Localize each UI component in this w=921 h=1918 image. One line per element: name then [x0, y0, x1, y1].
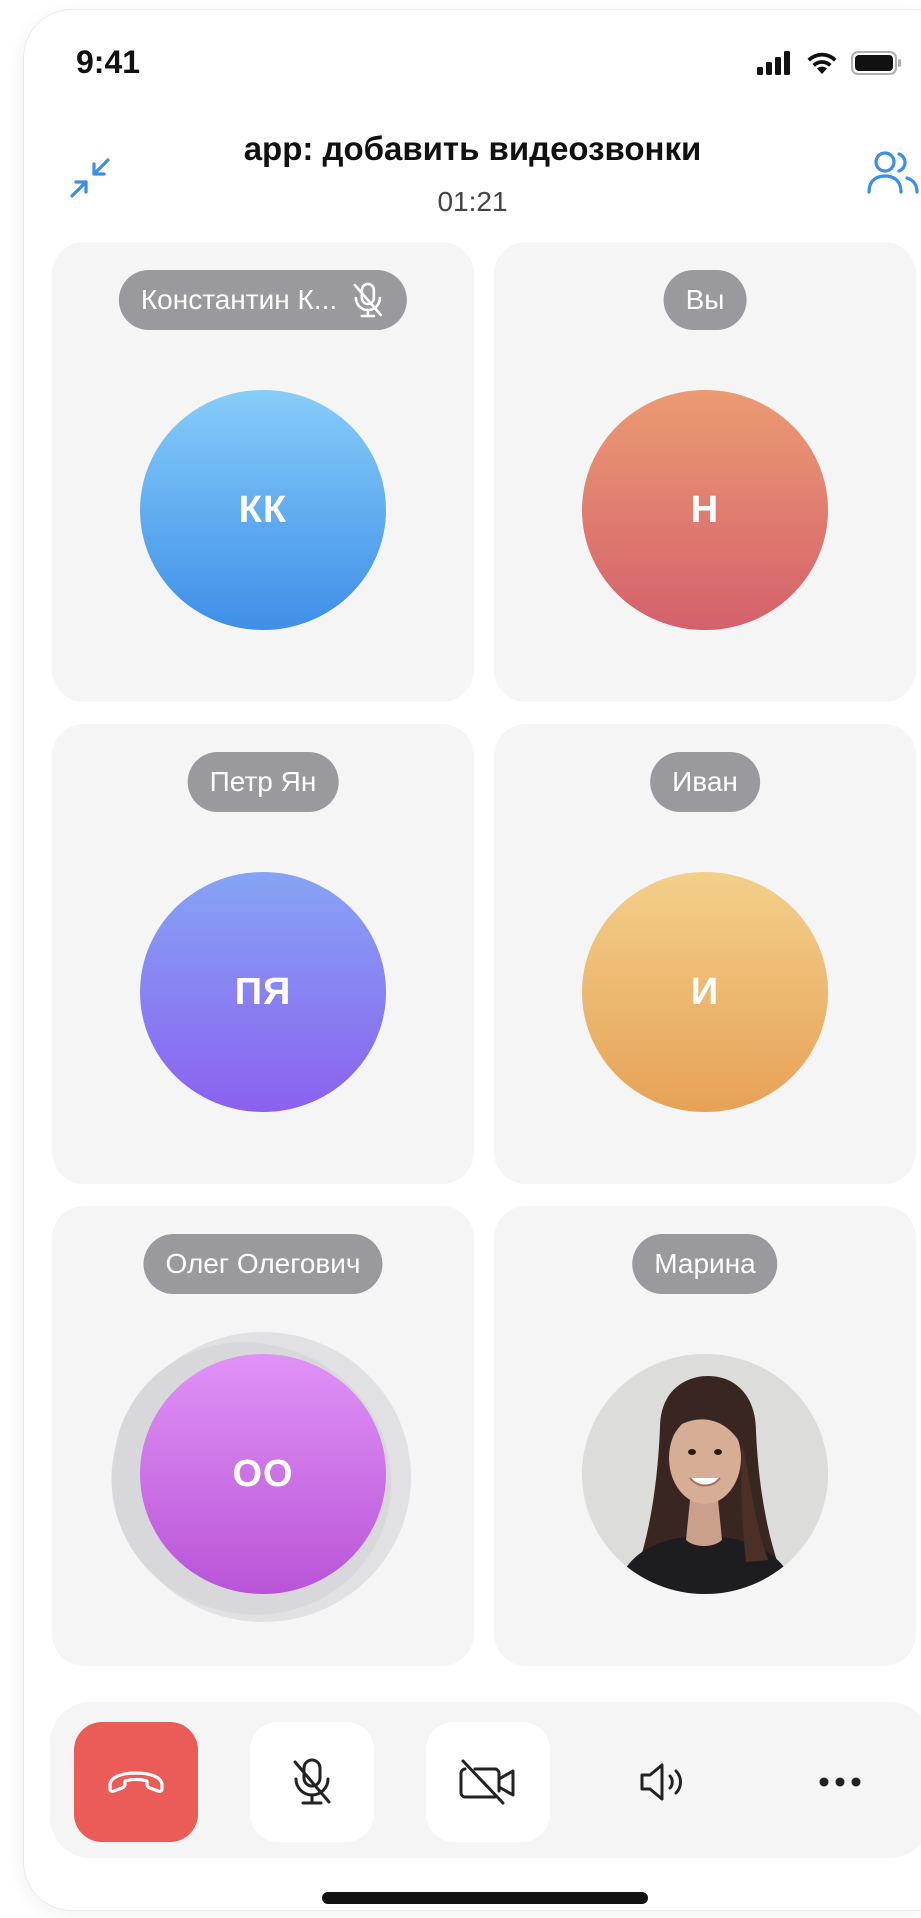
participant-avatar: И	[582, 872, 828, 1112]
more-options-button[interactable]	[778, 1722, 902, 1842]
microphone-toggle-button[interactable]	[250, 1722, 374, 1842]
participant-avatar: ПЯ	[140, 872, 386, 1112]
phone-hangup-icon	[108, 1771, 164, 1793]
participant-name: Иван	[672, 766, 738, 797]
camera-toggle-button[interactable]	[426, 1722, 550, 1842]
call-header: app: добавить видеозвонки 01:21	[24, 110, 921, 230]
person-photo	[582, 1354, 828, 1594]
signal-icon	[757, 51, 790, 75]
battery-icon	[851, 51, 901, 75]
participant-name: Марина	[654, 1248, 756, 1279]
end-call-button[interactable]	[74, 1722, 198, 1842]
participant-tile[interactable]: Константин К... КК	[52, 242, 474, 702]
participant-name: Олег Олегович	[165, 1248, 361, 1279]
participant-name-pill: Иван	[650, 752, 760, 812]
speaker-icon	[640, 1763, 682, 1801]
participant-name: Константин К...	[140, 284, 338, 315]
microphone-off-icon	[353, 282, 383, 318]
participant-avatar: КК	[140, 390, 386, 630]
participant-name-pill: Марина	[632, 1234, 778, 1294]
call-timer: 01:21	[437, 186, 508, 217]
participant-name-pill: Олег Олегович	[143, 1234, 383, 1294]
status-icons	[757, 50, 903, 76]
status-bar: 9:41	[24, 10, 921, 110]
participant-tile[interactable]: Олег Олегович ОО	[52, 1206, 474, 1666]
participant-name: Петр Ян	[209, 766, 317, 797]
more-dots-icon	[819, 1777, 861, 1787]
home-indicator[interactable]	[322, 1892, 648, 1904]
participant-name-pill: Петр Ян	[187, 752, 339, 812]
microphone-off-icon	[293, 1758, 331, 1805]
call-controls-bar	[50, 1702, 921, 1858]
status-time: 9:41	[76, 44, 141, 80]
participant-name: Вы	[685, 284, 725, 315]
wifi-icon	[807, 52, 837, 74]
participant-photo	[582, 1354, 828, 1594]
speaker-button[interactable]	[602, 1722, 726, 1842]
participant-tile[interactable]: Иван И	[494, 724, 916, 1184]
participant-name-pill: Вы	[663, 270, 747, 330]
camera-off-icon	[459, 1759, 515, 1805]
participant-tile[interactable]: Марина	[494, 1206, 916, 1666]
participants-button[interactable]	[863, 142, 921, 206]
participant-name-pill: Константин К...	[118, 270, 408, 330]
participant-avatar: Н	[582, 390, 828, 630]
phone-screen: 9:41 app: добавить видеозвонки 01:21 Кон…	[24, 10, 921, 1910]
participant-avatar: ОО	[140, 1354, 386, 1594]
participant-tile[interactable]: Вы Н	[494, 242, 916, 702]
call-title: app: добавить видеозвонки	[243, 130, 702, 167]
participant-tile[interactable]: Петр Ян ПЯ	[52, 724, 474, 1184]
participants-icon	[867, 151, 919, 194]
